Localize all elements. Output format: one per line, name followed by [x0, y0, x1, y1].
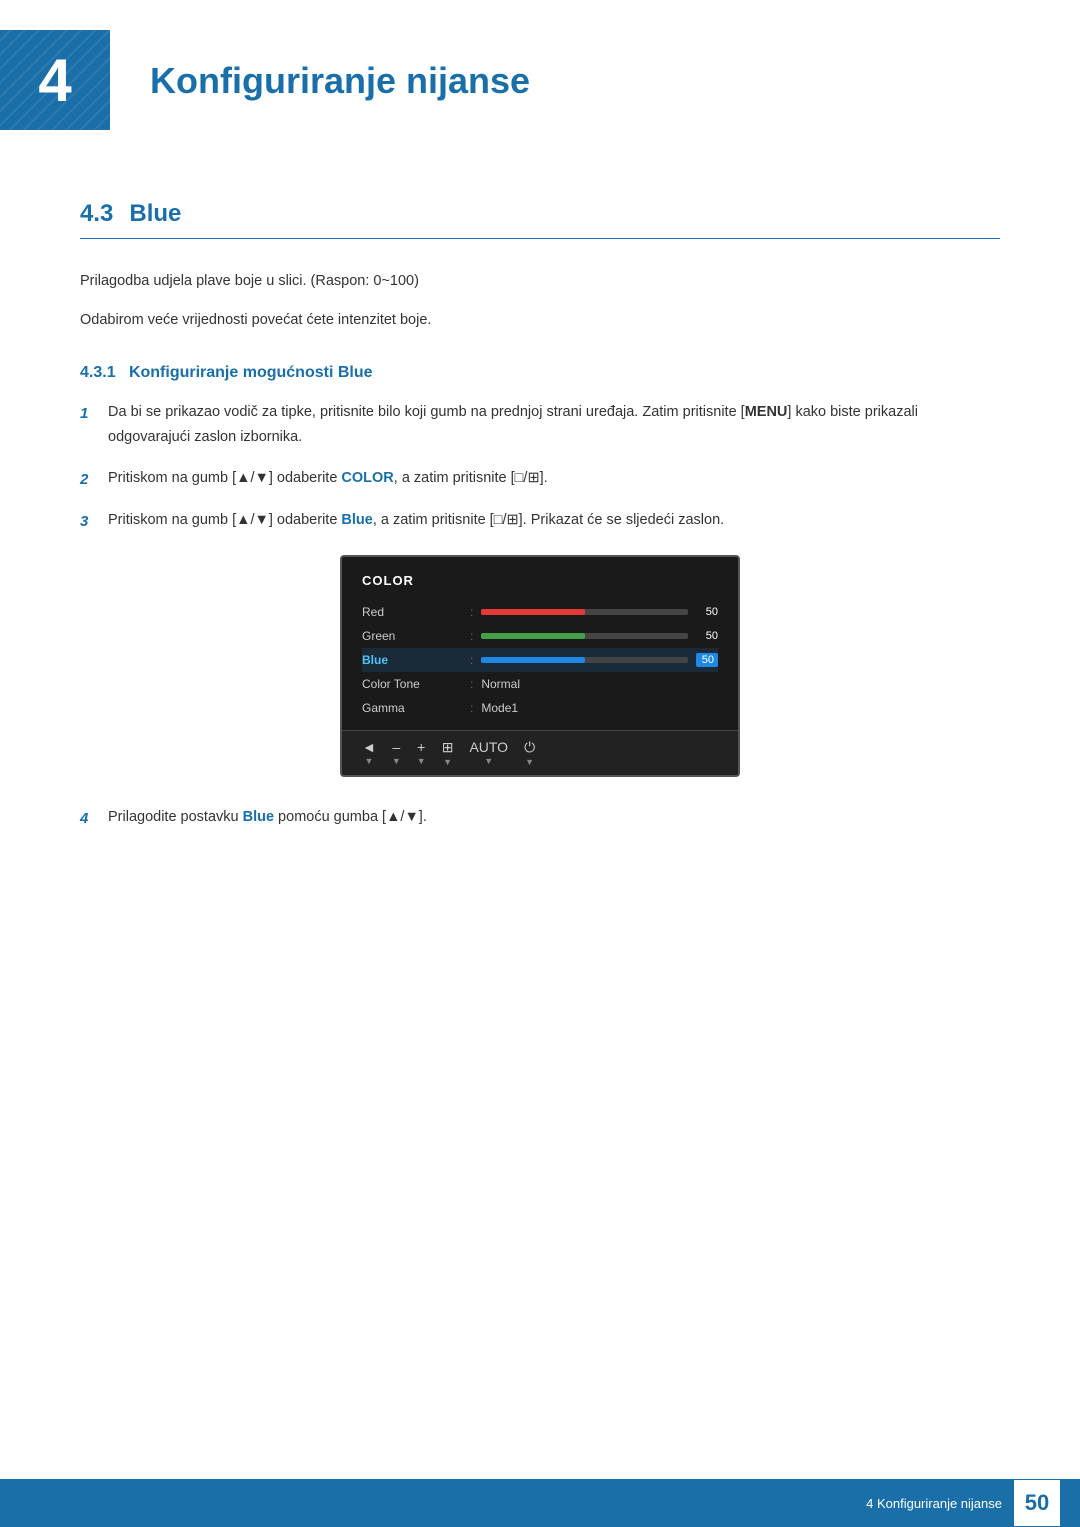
monitor-menu: COLOR Red:50Green:50Blue:50Color Tone:No…	[342, 557, 738, 730]
menu-row-1: Green:50	[362, 624, 718, 648]
steps-list: 1 Da bi se prikazao vodič za tipke, prit…	[80, 400, 1000, 534]
chapter-title: Konfiguriranje nijanse	[110, 30, 1020, 102]
menu-row-2: Blue:50	[362, 648, 718, 672]
menu-row-0: Red:50	[362, 600, 718, 624]
section-number: 4.3	[80, 200, 113, 228]
subsection-title: Konfiguriranje mogućnosti Blue	[129, 364, 373, 381]
step-number-2: 2	[80, 467, 108, 493]
monitor-controls: ◄ ▼ – ▼ + ▼ ⊞ ▼ AUTO ▼	[342, 730, 738, 775]
step-text-1: Da bi se prikazao vodič za tipke, pritis…	[108, 400, 1000, 449]
subsection-number: 4.3.1	[80, 364, 116, 381]
step-text-4: Prilagodite postavku Blue pomoću gumba […	[108, 805, 1000, 830]
row-label-3: Color Tone	[362, 677, 462, 691]
section-heading: 4.3 Blue	[80, 200, 1000, 239]
blue-keyword-2: Blue	[243, 809, 274, 825]
section-title: Blue	[129, 200, 181, 228]
blue-keyword: Blue	[341, 512, 372, 528]
step-4-list: 4 Prilagodite postavku Blue pomoću gumba…	[80, 805, 1000, 832]
footer-page-number: 50	[1014, 1480, 1060, 1526]
content-area: 4.3 Blue Prilagodba udjela plave boje u …	[0, 200, 1080, 831]
menu-row-4: Gamma:Mode1	[362, 696, 718, 720]
row-label-2: Blue	[362, 653, 462, 667]
menu-rows: Red:50Green:50Blue:50Color Tone:NormalGa…	[362, 600, 718, 720]
ctrl-enter: ⊞ ▼	[442, 739, 454, 767]
ctrl-minus: – ▼	[392, 739, 401, 766]
ctrl-left: ◄ ▼	[362, 739, 376, 766]
page-header: 4 Konfiguriranje nijanse	[0, 0, 1080, 160]
menu-key-1: MENU	[745, 404, 788, 420]
step-2: 2 Pritiskom na gumb [▲/▼] odaberite COLO…	[80, 466, 1000, 493]
subsection-heading: 4.3.1 Konfiguriranje mogućnosti Blue	[80, 364, 1000, 382]
color-keyword: COLOR	[341, 470, 393, 486]
step-number-3: 3	[80, 509, 108, 535]
step-1: 1 Da bi se prikazao vodič za tipke, prit…	[80, 400, 1000, 449]
ctrl-plus: + ▼	[417, 739, 426, 766]
body-paragraph-1: Prilagodba udjela plave boje u slici. (R…	[80, 269, 1000, 294]
chapter-number-block: 4	[0, 30, 110, 130]
step-number-4: 4	[80, 806, 108, 832]
body-paragraph-2: Odabirom veće vrijednosti povećat ćete i…	[80, 308, 1000, 333]
ctrl-auto: AUTO ▼	[469, 739, 508, 766]
step-text-3: Pritiskom na gumb [▲/▼] odaberite Blue, …	[108, 508, 1000, 533]
ctrl-power: ⏻ ▼	[524, 739, 535, 767]
row-label-1: Green	[362, 629, 462, 643]
menu-row-3: Color Tone:Normal	[362, 672, 718, 696]
step-3: 3 Pritiskom na gumb [▲/▼] odaberite Blue…	[80, 508, 1000, 535]
row-label-0: Red	[362, 605, 462, 619]
chapter-number: 4	[38, 46, 71, 115]
footer-chapter-text: 4 Konfiguriranje nijanse	[866, 1496, 1002, 1511]
monitor-mockup-wrapper: COLOR Red:50Green:50Blue:50Color Tone:No…	[80, 555, 1000, 777]
step-number-1: 1	[80, 401, 108, 427]
menu-title: COLOR	[362, 573, 718, 588]
row-label-4: Gamma	[362, 701, 462, 715]
step-4: 4 Prilagodite postavku Blue pomoću gumba…	[80, 805, 1000, 832]
monitor-mockup: COLOR Red:50Green:50Blue:50Color Tone:No…	[340, 555, 740, 777]
step-text-2: Pritiskom na gumb [▲/▼] odaberite COLOR,…	[108, 466, 1000, 491]
page-footer: 4 Konfiguriranje nijanse 50	[0, 1479, 1080, 1527]
